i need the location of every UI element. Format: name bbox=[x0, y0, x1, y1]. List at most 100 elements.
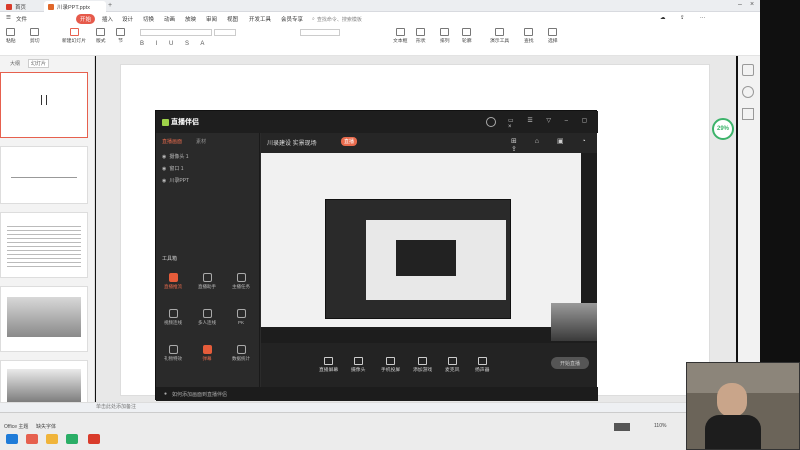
tool-stats[interactable]: 数据统计 bbox=[228, 345, 254, 362]
window-controls[interactable]: ▭ ☰ ▽ – ▢ × bbox=[508, 117, 598, 130]
tool-multi-link[interactable]: 多人连线 bbox=[194, 309, 220, 326]
scene-item-camera[interactable]: ◉ 摄像头 1 bbox=[162, 153, 189, 161]
pptx-file-icon bbox=[48, 3, 54, 10]
shape-button[interactable]: 形状 bbox=[416, 28, 426, 44]
tool-stream[interactable]: 直播推流 bbox=[160, 273, 186, 290]
format-icon[interactable] bbox=[742, 108, 754, 120]
document-tab[interactable]: 川录PPT.pptx bbox=[44, 1, 106, 12]
find-button[interactable]: 查找 bbox=[524, 28, 534, 44]
tool-task[interactable]: 主播任务 bbox=[228, 273, 254, 290]
tool-danmaku[interactable]: 弹幕 bbox=[194, 345, 220, 362]
tab-outline[interactable]: 大纲 bbox=[10, 60, 20, 67]
tab-live-sources[interactable]: 直播画面 bbox=[162, 138, 182, 145]
menu-review[interactable]: 审阅 bbox=[206, 15, 217, 23]
speaker-button[interactable]: 扬声器 bbox=[475, 357, 489, 373]
eye-icon[interactable]: ◉ bbox=[162, 178, 166, 184]
eye-icon[interactable]: ◉ bbox=[162, 166, 166, 172]
camera-icon bbox=[353, 357, 363, 365]
arrange-label: 排列 bbox=[440, 39, 450, 44]
outline-button[interactable]: 轮廓 bbox=[462, 28, 472, 44]
slide-thumbnail-panel: 大纲 幻灯片 bbox=[0, 56, 95, 410]
camera-button[interactable]: 摄像头 bbox=[351, 357, 365, 373]
menu-animation[interactable]: 动画 bbox=[164, 15, 175, 23]
notes-placeholder[interactable]: 单击此处添加备注 bbox=[96, 403, 136, 410]
paragraph-style-select[interactable] bbox=[300, 29, 340, 36]
font-missing-label[interactable]: 缺失字体 bbox=[36, 423, 56, 430]
windows-start-icon[interactable] bbox=[6, 434, 18, 444]
app-status-bar: ● 如何添加画面到直播伴侣 bbox=[156, 387, 598, 401]
menu-insert[interactable]: 插入 bbox=[102, 15, 113, 23]
font-size-select[interactable] bbox=[214, 29, 236, 36]
app-logo-icon bbox=[162, 118, 169, 126]
font-family-select[interactable] bbox=[140, 29, 212, 36]
new-slide-button[interactable]: 新建幻灯片 bbox=[62, 28, 86, 44]
wps-task-icon[interactable] bbox=[26, 434, 38, 444]
more-icon[interactable]: ⋯ bbox=[700, 15, 706, 21]
cloud-icon[interactable]: ☁ bbox=[660, 15, 666, 21]
select-button[interactable]: 选择 bbox=[548, 28, 558, 44]
scene-item-window[interactable]: ◉ 窗口 1 bbox=[162, 165, 184, 173]
wps-office-task-icon[interactable] bbox=[88, 434, 100, 444]
add-game-button[interactable]: 添加游戏 bbox=[413, 357, 432, 373]
start-live-button[interactable]: 开始直播 bbox=[551, 357, 589, 369]
slide-thumbnail-1[interactable] bbox=[0, 72, 88, 138]
close-window-icon[interactable]: × bbox=[750, 1, 754, 8]
tool-assistant[interactable]: 直播助手 bbox=[194, 273, 220, 290]
textbox-button[interactable]: 文本框 bbox=[393, 28, 407, 44]
paste-button[interactable]: 粘贴 bbox=[6, 28, 16, 44]
menu-developer[interactable]: 开发工具 bbox=[249, 15, 271, 23]
tool-pk[interactable]: PK bbox=[228, 309, 254, 325]
share-icon[interactable]: ⇪ bbox=[680, 15, 685, 21]
zoom-level[interactable]: 110% bbox=[654, 423, 666, 429]
slide-thumbnail-5[interactable] bbox=[0, 360, 88, 404]
slide-thumbnail-3[interactable] bbox=[0, 212, 88, 278]
tool-gift[interactable]: 礼物特效 bbox=[160, 345, 186, 362]
task-icon bbox=[236, 273, 246, 282]
zoom-progress-badge[interactable]: 29% bbox=[712, 118, 734, 140]
menu-member[interactable]: 会员专享 bbox=[281, 15, 303, 23]
avatar-icon[interactable] bbox=[486, 117, 496, 127]
slide-thumbnail-2[interactable] bbox=[0, 146, 88, 204]
screen-capture-button[interactable]: 直播屏幕 bbox=[319, 357, 338, 373]
tab-materials[interactable]: 素材 bbox=[196, 138, 206, 145]
button-label: 添加游戏 bbox=[413, 368, 433, 373]
tool-video-link[interactable]: 视频连线 bbox=[160, 309, 186, 326]
tab-slides[interactable]: 幻灯片 bbox=[28, 59, 50, 68]
home-tab[interactable]: 首页 bbox=[2, 1, 30, 12]
phone-cast-button[interactable]: 手机投屏 bbox=[381, 357, 400, 373]
scene-item-label: 川录PPT bbox=[169, 178, 190, 184]
menu-design[interactable]: 设计 bbox=[122, 15, 133, 23]
present-tool-button[interactable]: 演示工具 bbox=[490, 28, 509, 44]
property-icon[interactable] bbox=[742, 64, 754, 76]
eye-icon[interactable]: ◉ bbox=[162, 154, 166, 160]
section-icon bbox=[116, 28, 125, 36]
menu-file[interactable]: 文件 bbox=[16, 15, 27, 23]
game-icon bbox=[418, 357, 428, 365]
format-toolbar[interactable]: B I U S A bbox=[140, 41, 209, 47]
menu-view[interactable]: 视图 bbox=[227, 15, 238, 23]
scene-item-ppt[interactable]: ◉ 川录PPT bbox=[162, 177, 190, 185]
folder-task-icon[interactable] bbox=[46, 434, 58, 444]
command-search[interactable]: ⌕ 查找命令、搜索模板 bbox=[312, 14, 402, 24]
menu-slideshow[interactable]: 放映 bbox=[185, 15, 196, 23]
menu-home[interactable]: 开始 bbox=[76, 14, 96, 24]
live-badge: 直播 bbox=[341, 137, 358, 146]
layout-button[interactable]: 版式 bbox=[96, 28, 106, 44]
stream-preview bbox=[261, 153, 597, 343]
new-tab-icon[interactable]: + bbox=[108, 2, 112, 9]
slideshow-play-icon[interactable] bbox=[614, 423, 630, 431]
cut-button[interactable]: 剪切 bbox=[30, 28, 40, 44]
header-icons[interactable]: ⊞ ⌂ ▣ ◔ ⇪ bbox=[511, 137, 597, 153]
wechat-task-icon[interactable] bbox=[66, 434, 78, 444]
microphone-button[interactable]: 麦克风 bbox=[445, 357, 459, 373]
arrange-button[interactable]: 排列 bbox=[440, 28, 450, 44]
history-icon[interactable] bbox=[742, 86, 754, 98]
app-header: 川录建设 实景现场 直播 ⊞ ⌂ ▣ ◔ ⇪ bbox=[261, 133, 597, 153]
menu-icon[interactable]: ☰ bbox=[6, 15, 11, 21]
menu-transition[interactable]: 切换 bbox=[143, 15, 154, 23]
section-button[interactable]: 节 bbox=[116, 28, 125, 44]
app-status-text[interactable]: 如何添加画面到直播伴侣 bbox=[172, 391, 227, 398]
minimize-icon[interactable]: – bbox=[738, 1, 742, 8]
stream-title[interactable]: 川录建设 实景现场 bbox=[267, 138, 317, 147]
slide-thumbnail-4[interactable] bbox=[0, 286, 88, 352]
